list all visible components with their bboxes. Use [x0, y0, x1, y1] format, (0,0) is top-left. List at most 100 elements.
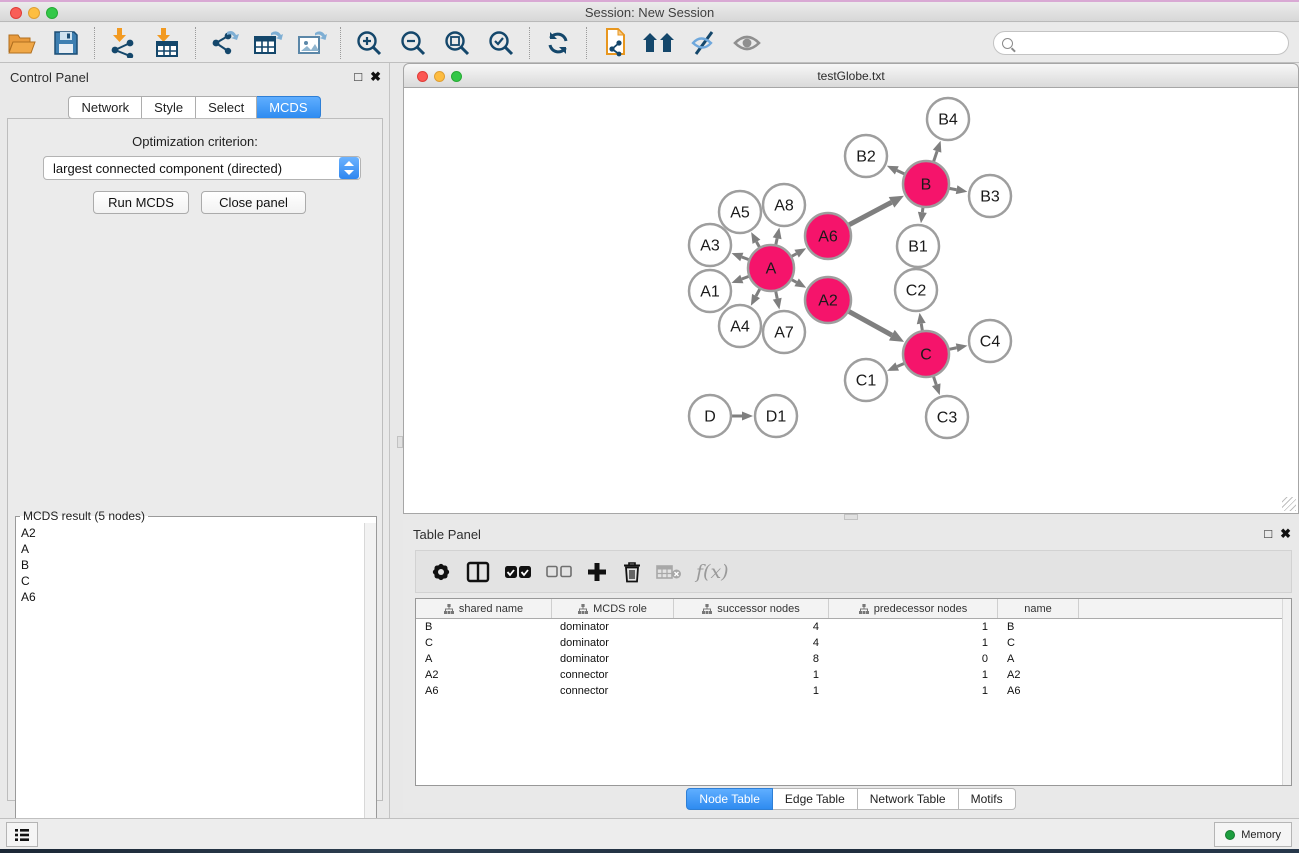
edge-A2-C[interactable] [848, 311, 892, 335]
create-column-icon[interactable] [586, 557, 608, 587]
window-resize-grip[interactable] [1282, 497, 1296, 511]
cell[interactable]: A6 [998, 683, 1079, 699]
cell[interactable]: 1 [829, 619, 998, 635]
close-panel-icon[interactable]: ✖ [370, 69, 381, 85]
cell[interactable]: 1 [829, 683, 998, 699]
close-panel-icon[interactable]: ✖ [1280, 526, 1291, 542]
cell[interactable]: A2 [998, 667, 1079, 683]
refresh-view-icon[interactable] [541, 26, 575, 60]
splitpane-grip-vertical[interactable] [397, 436, 403, 448]
cell[interactable]: 0 [829, 651, 998, 667]
edge-arrowhead [918, 212, 927, 223]
column-header-name[interactable]: name [998, 599, 1079, 618]
tab-motifs[interactable]: Motifs [959, 788, 1016, 810]
edge-A6-B[interactable] [848, 202, 891, 225]
float-panel-icon[interactable]: □ [1264, 526, 1272, 542]
cell[interactable]: B [416, 619, 552, 635]
network-window-titlebar[interactable]: testGlobe.txt [403, 63, 1299, 88]
import-network-icon[interactable] [106, 26, 140, 60]
open-session-icon[interactable] [5, 26, 39, 60]
tab-style[interactable]: Style [142, 96, 196, 119]
tab-node-table[interactable]: Node Table [686, 788, 773, 810]
zoom-in-icon[interactable] [352, 26, 386, 60]
edge-B-B4[interactable] [933, 151, 937, 162]
deselect-all-checkboxes-icon[interactable] [546, 557, 572, 587]
select-all-checkboxes-icon[interactable] [504, 557, 532, 587]
result-item[interactable]: A6 [21, 589, 376, 605]
column-header-MCDS-role[interactable]: MCDS role [552, 599, 674, 618]
criterion-dropdown[interactable]: largest connected component (directed) [43, 156, 361, 180]
table-options-gear-icon[interactable] [430, 557, 452, 587]
zoom-out-icon[interactable] [396, 26, 430, 60]
edge-C-C3[interactable] [933, 376, 936, 385]
delete-column-trash-icon[interactable] [622, 557, 642, 587]
close-panel-button[interactable]: Close panel [201, 191, 306, 214]
save-session-icon[interactable] [49, 26, 83, 60]
run-mcds-button[interactable]: Run MCDS [93, 191, 189, 214]
table-scrollbar[interactable] [1282, 599, 1291, 785]
export-network-icon[interactable] [207, 26, 241, 60]
edge-B-B2[interactable] [897, 170, 905, 174]
table-row[interactable]: A2connector11A2 [416, 667, 1291, 683]
column-header-shared-name[interactable]: shared name [416, 599, 552, 618]
tab-edge-table[interactable]: Edge Table [773, 788, 858, 810]
cell[interactable]: A [998, 651, 1079, 667]
result-item[interactable]: A2 [21, 525, 376, 541]
cell[interactable]: 8 [674, 651, 829, 667]
result-item[interactable]: B [21, 557, 376, 573]
cell[interactable]: A [416, 651, 552, 667]
table-row[interactable]: Adominator80A [416, 651, 1291, 667]
cell[interactable]: A2 [416, 667, 552, 683]
tab-network[interactable]: Network [68, 96, 142, 119]
hide-graphics-details-icon[interactable] [686, 26, 720, 60]
new-network-from-selection-icon[interactable] [598, 26, 632, 60]
cell[interactable]: 1 [829, 635, 998, 651]
zoom-fit-icon[interactable] [440, 26, 474, 60]
cell[interactable]: 1 [674, 667, 829, 683]
cell[interactable]: 4 [674, 619, 829, 635]
export-image-icon[interactable] [295, 26, 329, 60]
memory-button[interactable]: Memory [1214, 822, 1292, 847]
cell[interactable]: dominator [552, 619, 674, 635]
zoom-selected-icon[interactable] [484, 26, 518, 60]
network-canvas[interactable]: B4B2BB3A5A8A6A3B1AA1C2A2A4A7C4CC1C3DD1 [403, 88, 1299, 514]
result-item[interactable]: C [21, 573, 376, 589]
tab-mcds[interactable]: MCDS [257, 96, 320, 119]
cell[interactable]: 1 [674, 683, 829, 699]
cell[interactable]: connector [552, 667, 674, 683]
column-type-icon [444, 604, 454, 614]
task-history-button[interactable] [6, 822, 38, 847]
first-neighbors-icon[interactable] [642, 26, 676, 60]
app-titlebar: Session: New Session [0, 0, 1299, 22]
import-table-icon[interactable] [150, 26, 184, 60]
column-header-predecessor-nodes[interactable]: predecessor nodes [829, 599, 998, 618]
search-input[interactable] [1018, 33, 1288, 53]
show-graphics-details-icon[interactable] [730, 26, 764, 60]
cell[interactable]: dominator [552, 651, 674, 667]
cell[interactable]: connector [552, 683, 674, 699]
result-item[interactable]: A [21, 541, 376, 557]
edge-arrowhead [956, 343, 968, 352]
float-panel-icon[interactable]: □ [354, 69, 362, 85]
result-scrollbar[interactable] [364, 523, 376, 838]
cell[interactable]: dominator [552, 635, 674, 651]
table-row[interactable]: A6connector11A6 [416, 683, 1291, 699]
table-row[interactable]: Cdominator41C [416, 635, 1291, 651]
tab-select[interactable]: Select [196, 96, 257, 119]
edge-C-C1[interactable] [897, 363, 905, 366]
network-graph[interactable]: B4B2BB3A5A8A6A3B1AA1C2A2A4A7C4CC1C3DD1 [404, 88, 1298, 512]
cell[interactable]: 4 [674, 635, 829, 651]
node-table[interactable]: shared nameMCDS rolesuccessor nodesprede… [415, 598, 1292, 786]
export-table-icon[interactable] [251, 26, 285, 60]
cell[interactable]: B [998, 619, 1079, 635]
edge-A-A4[interactable] [756, 288, 760, 296]
cell[interactable]: C [416, 635, 552, 651]
table-row[interactable]: Bdominator41B [416, 619, 1291, 635]
cell[interactable]: A6 [416, 683, 552, 699]
cell[interactable]: 1 [829, 667, 998, 683]
show-columns-icon[interactable] [466, 557, 490, 587]
tab-network-table[interactable]: Network Table [858, 788, 959, 810]
search-field[interactable] [993, 31, 1289, 55]
cell[interactable]: C [998, 635, 1079, 651]
column-header-successor-nodes[interactable]: successor nodes [674, 599, 829, 618]
